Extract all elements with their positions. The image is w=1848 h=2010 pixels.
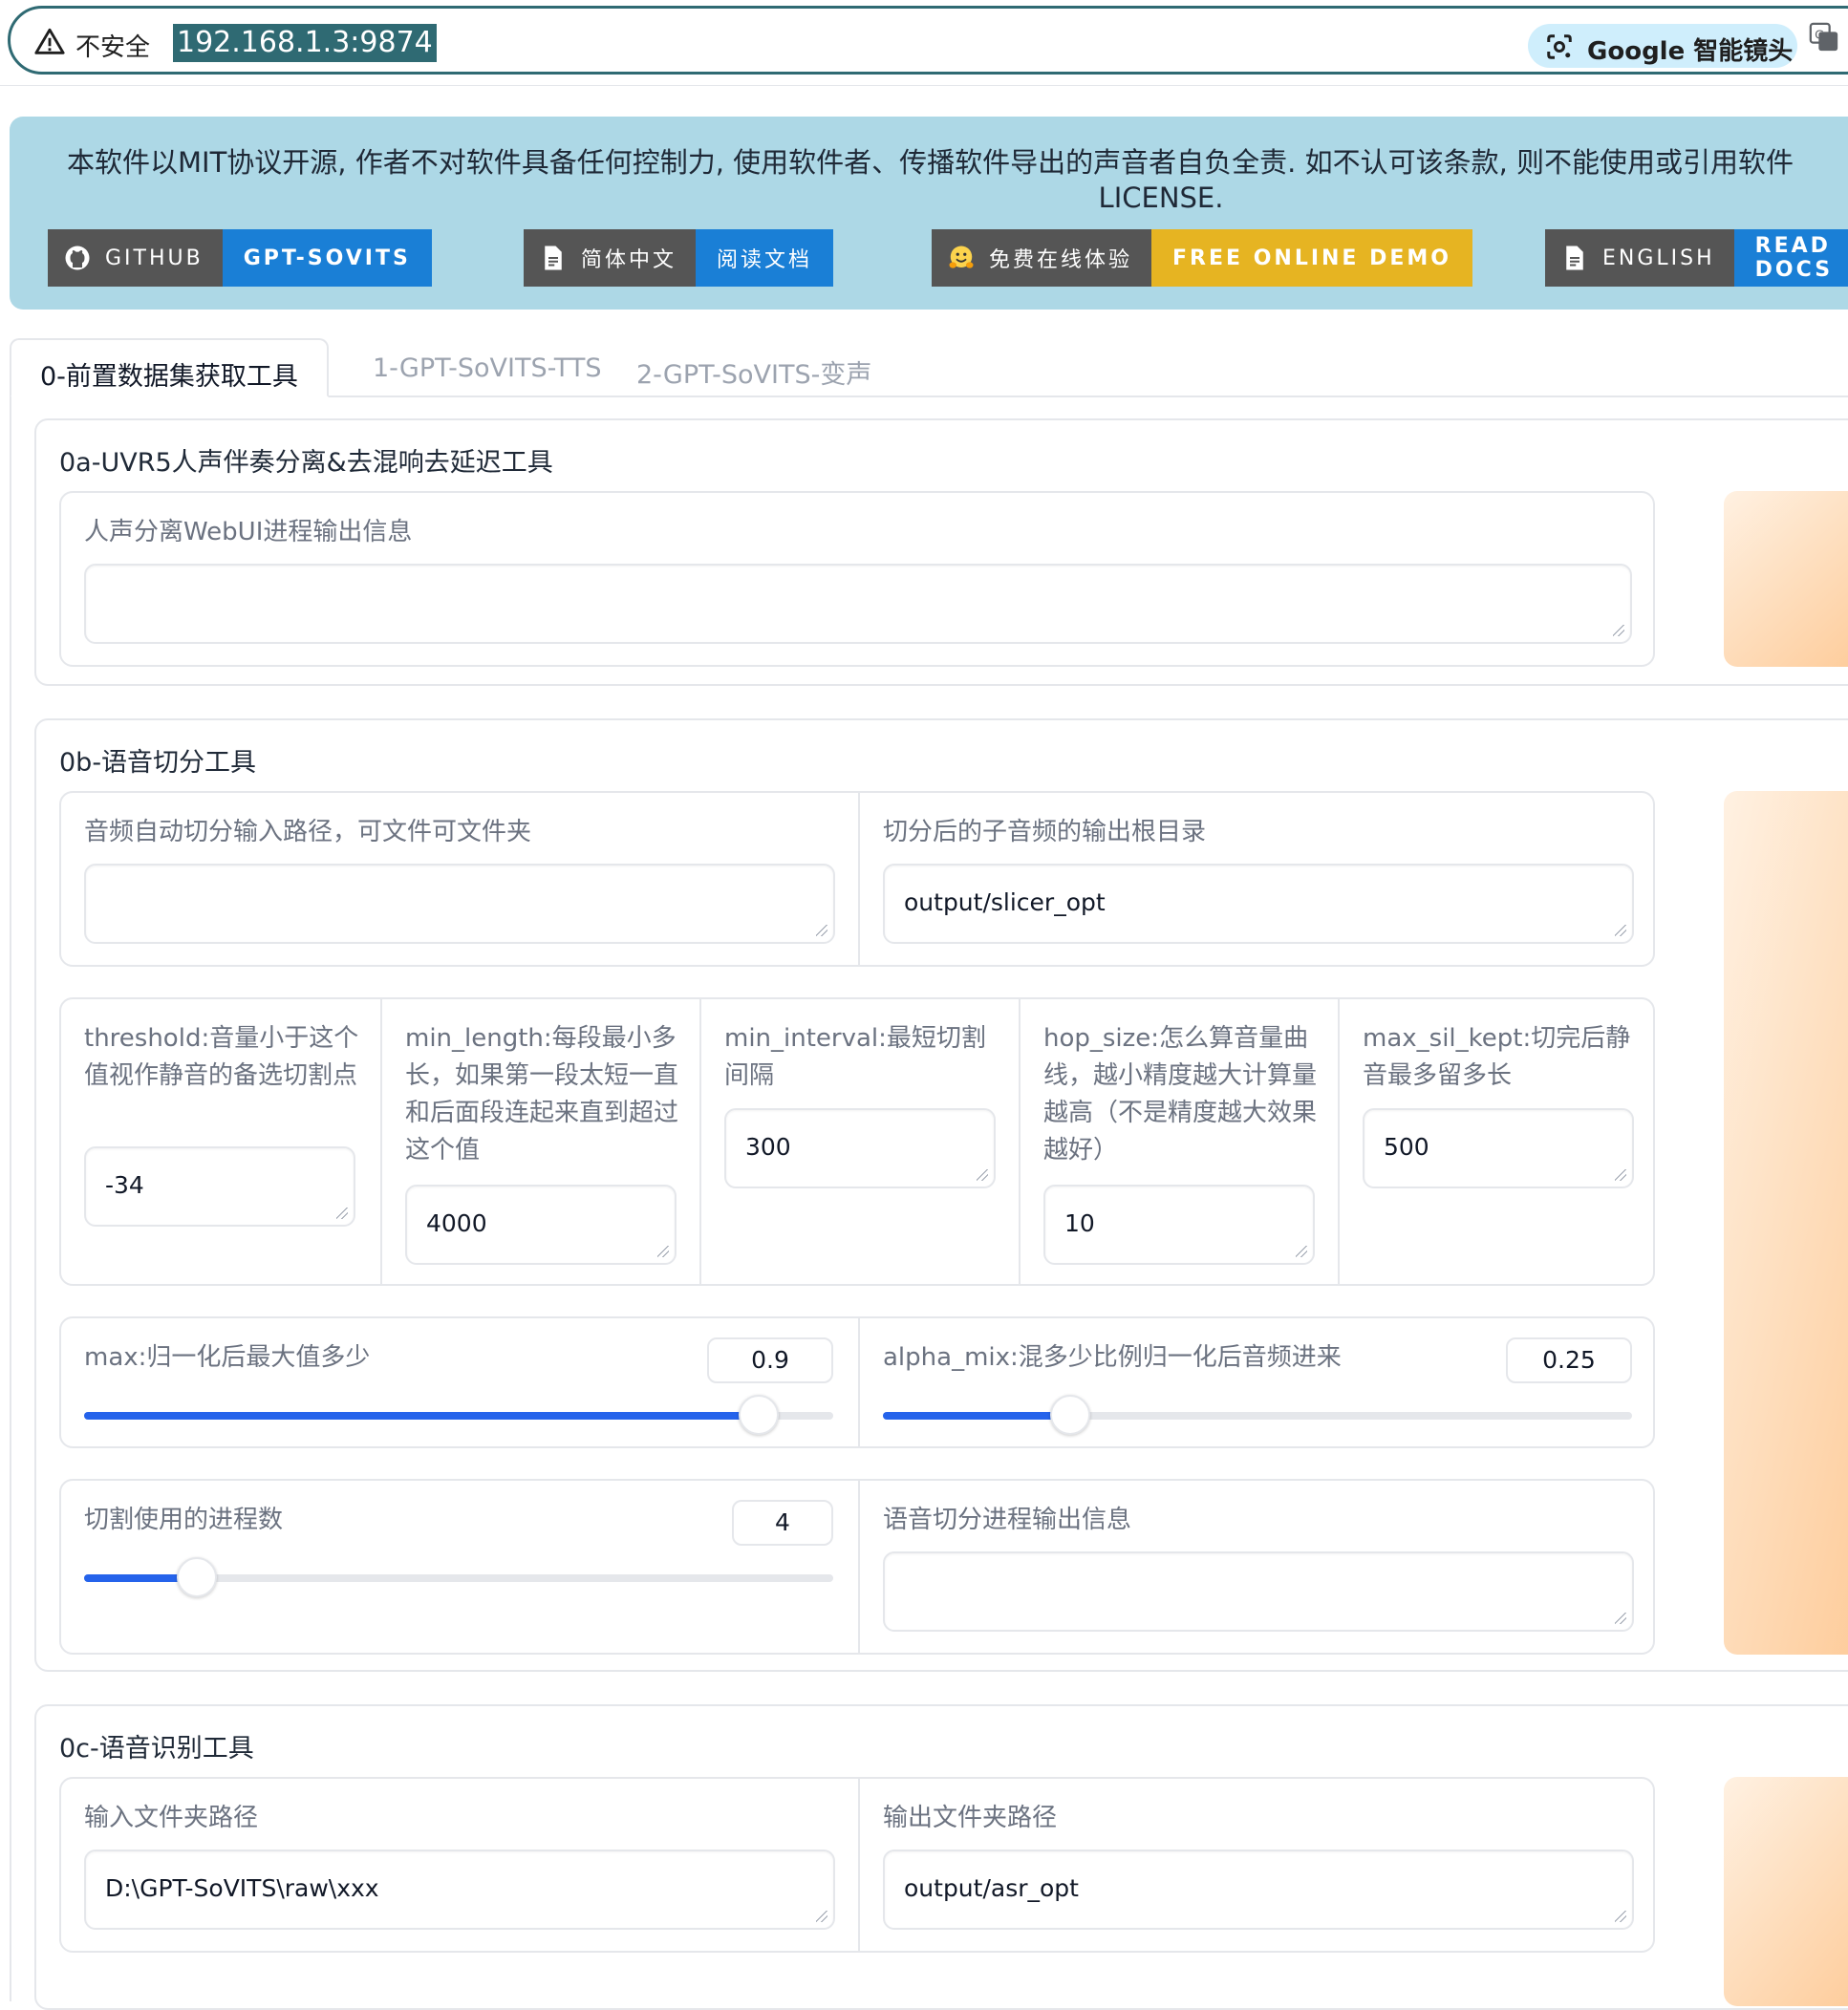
uvr5-output-label: 人声分离WebUI进程输出信息 bbox=[84, 518, 413, 546]
github-badge-left: GITHUB bbox=[105, 246, 204, 270]
max-sil-kept-field[interactable]: 500 bbox=[1363, 1108, 1634, 1188]
asr-title: 0c-语音识别工具 bbox=[59, 1734, 254, 1764]
threshold-field[interactable]: -34 bbox=[84, 1146, 355, 1227]
uvr5-webui-button[interactable] bbox=[1724, 491, 1848, 667]
github-badge[interactable]: GITHUB GPT-SOVITS bbox=[48, 229, 432, 287]
zh-docs-badge-right: 阅读文档 bbox=[696, 229, 834, 287]
address-bar[interactable]: 不安全 192.168.1.3:9874 Google 智能镜头 bbox=[8, 6, 1848, 75]
tab-gpt-sovits-voice-change[interactable]: 2-GPT-SoVITS-变声 bbox=[608, 338, 900, 397]
slicer-procs-block: 切割使用的进程数 4 语音切分进程输出信息 bbox=[59, 1479, 1655, 1655]
uvr5-title: 0a-UVR5人声伴奏分离&去混响去延迟工具 bbox=[59, 448, 553, 478]
alpha-slider-fill bbox=[883, 1412, 1070, 1420]
english-docs-badge-left: ENGLISH bbox=[1602, 246, 1715, 270]
hugging-face-icon bbox=[949, 246, 974, 268]
license-banner: 本软件以MIT协议开源, 作者不对软件具备任何控制力, 使用软件者、传播软件导出… bbox=[10, 117, 1848, 310]
alpha-number-input[interactable]: 0.25 bbox=[1506, 1337, 1632, 1383]
min-length-label: min_length:每段最小多长，如果第一段太短一直和后面段连起来直到超过这个… bbox=[405, 1024, 679, 1165]
slicer-section: 0b-语音切分工具 音频自动切分输入路径，可文件可文件夹 切分后的子音频的输出根… bbox=[34, 718, 1848, 1672]
max-sil-kept-label: max_sil_kept:切完后静音最多留多长 bbox=[1363, 1024, 1631, 1090]
license-text: 本软件以MIT协议开源, 作者不对软件具备任何控制力, 使用软件者、传播软件导出… bbox=[67, 146, 1794, 179]
min-length-cell: min_length:每段最小多长，如果第一段太短一直和后面段连起来直到超过这个… bbox=[380, 999, 699, 1284]
slicer-title: 0b-语音切分工具 bbox=[59, 748, 257, 778]
url-text[interactable]: 192.168.1.3:9874 bbox=[173, 24, 437, 62]
asr-paths-block: 输入文件夹路径 D:\GPT-SoVITS\raw\xxx 输出文件夹路径 ou… bbox=[59, 1777, 1655, 1953]
asr-output-cell: 输出文件夹路径 output/asr_opt bbox=[858, 1779, 1655, 1951]
slicer-paths-block: 音频自动切分输入路径，可文件可文件夹 切分后的子音频的输出根目录 output/… bbox=[59, 791, 1655, 967]
uvr5-section: 0a-UVR5人声伴奏分离&去混响去延迟工具 人声分离WebUI进程输出信息 bbox=[34, 418, 1848, 686]
max-slider-thumb[interactable] bbox=[738, 1395, 779, 1435]
zh-docs-badge[interactable]: 简体中文 阅读文档 bbox=[524, 229, 834, 287]
tab-gpt-sovits-tts[interactable]: 1-GPT-SoVITS-TTS bbox=[344, 338, 631, 397]
procs-cell: 切割使用的进程数 4 bbox=[61, 1481, 858, 1653]
hop-size-field[interactable]: 10 bbox=[1043, 1185, 1315, 1265]
tab-dataset-tools[interactable]: 0-前置数据集获取工具 bbox=[10, 338, 329, 397]
max-sil-kept-cell: max_sil_kept:切完后静音最多留多长 500 bbox=[1338, 999, 1657, 1284]
alpha-slider-cell: alpha_mix:混多少比例归一化后音频进来 0.25 bbox=[858, 1318, 1655, 1446]
slicer-sliders-block: max:归一化后最大值多少 0.9 alpha_mix:混多少比例归一化后音频进… bbox=[59, 1316, 1655, 1448]
min-interval-cell: min_interval:最短切割间隔 300 bbox=[699, 999, 1019, 1284]
document-icon bbox=[1566, 246, 1583, 270]
hop-size-cell: hop_size:怎么算音量曲线，越小精度越大计算量越高（不是精度越大效果越好）… bbox=[1019, 999, 1338, 1284]
license-text-2: LICENSE. bbox=[1098, 182, 1224, 214]
lens-icon bbox=[1547, 34, 1572, 59]
alpha-slider[interactable] bbox=[883, 1395, 1632, 1435]
slicer-input-label: 音频自动切分输入路径，可文件可文件夹 bbox=[84, 818, 532, 846]
slicer-input-cell: 音频自动切分输入路径，可文件可文件夹 bbox=[61, 793, 858, 965]
browser-toolbar: 不安全 192.168.1.3:9874 Google 智能镜头 G bbox=[0, 0, 1848, 86]
translate-icon[interactable]: G bbox=[1808, 21, 1840, 53]
max-label: max:归一化后最大值多少 bbox=[84, 1343, 371, 1372]
slicer-output-cell: 切分后的子音频的输出根目录 output/slicer_opt bbox=[858, 793, 1655, 965]
tab-bar: 0-前置数据集获取工具 1-GPT-SoVITS-TTS 2-GPT-SoVIT… bbox=[10, 338, 1848, 397]
slicer-log-field[interactable] bbox=[883, 1551, 1634, 1632]
min-interval-field[interactable]: 300 bbox=[724, 1108, 996, 1188]
svg-text:G: G bbox=[1815, 28, 1824, 42]
slicer-log-label: 语音切分进程输出信息 bbox=[883, 1506, 1132, 1534]
asr-input-label: 输入文件夹路径 bbox=[84, 1804, 259, 1832]
procs-slider[interactable] bbox=[84, 1557, 833, 1597]
uvr5-output-field[interactable] bbox=[84, 564, 1632, 644]
max-slider-fill bbox=[84, 1412, 759, 1420]
min-length-field[interactable]: 4000 bbox=[405, 1185, 677, 1265]
asr-input-cell: 输入文件夹路径 D:\GPT-SoVITS\raw\xxx bbox=[61, 1779, 858, 1951]
alpha-label: alpha_mix:混多少比例归一化后音频进来 bbox=[883, 1343, 1342, 1372]
zh-docs-badge-left: 简体中文 bbox=[581, 248, 677, 272]
slicer-output-label: 切分后的子音频的输出根目录 bbox=[883, 818, 1207, 846]
slicer-output-field[interactable]: output/slicer_opt bbox=[883, 864, 1634, 944]
document-icon bbox=[545, 246, 562, 270]
slicer-log-cell: 语音切分进程输出信息 bbox=[858, 1481, 1655, 1653]
google-lens-button[interactable]: Google 智能镜头 bbox=[1528, 24, 1797, 68]
insecure-label[interactable]: 不安全 bbox=[75, 28, 150, 63]
min-interval-label: min_interval:最短切割间隔 bbox=[724, 1024, 986, 1090]
slicer-start-button[interactable] bbox=[1724, 791, 1848, 1655]
github-badge-right: GPT-SOVITS bbox=[222, 229, 432, 287]
english-docs-badge-right: READ DOCS bbox=[1733, 229, 1848, 287]
online-demo-badge-right: FREE ONLINE DEMO bbox=[1151, 229, 1473, 287]
alpha-slider-thumb[interactable] bbox=[1050, 1395, 1090, 1435]
warning-icon[interactable] bbox=[33, 26, 66, 58]
max-slider-cell: max:归一化后最大值多少 0.9 bbox=[61, 1318, 858, 1446]
uvr5-output-block: 人声分离WebUI进程输出信息 bbox=[59, 491, 1655, 667]
online-demo-badge-left: 免费在线体验 bbox=[989, 248, 1133, 272]
asr-output-field[interactable]: output/asr_opt bbox=[883, 1850, 1634, 1930]
slicer-input-field[interactable] bbox=[84, 864, 835, 944]
english-docs-badge[interactable]: ENGLISH READ DOCS bbox=[1545, 229, 1848, 287]
procs-number-input[interactable]: 4 bbox=[732, 1500, 833, 1546]
hop-size-label: hop_size:怎么算音量曲线，越小精度越大计算量越高（不是精度越大效果越好） bbox=[1043, 1024, 1318, 1165]
asr-input-field[interactable]: D:\GPT-SoVITS\raw\xxx bbox=[84, 1850, 835, 1930]
procs-label: 切割使用的进程数 bbox=[84, 1506, 284, 1534]
asr-section: 0c-语音识别工具 输入文件夹路径 D:\GPT-SoVITS\raw\xxx … bbox=[34, 1704, 1848, 2010]
slicer-params-block: threshold:音量小于这个值视作静音的备选切割点 -34 min_leng… bbox=[59, 997, 1655, 1286]
procs-slider-thumb[interactable] bbox=[176, 1557, 217, 1597]
max-slider[interactable] bbox=[84, 1395, 833, 1435]
lens-label: Google 智能镜头 bbox=[1587, 37, 1794, 66]
asr-output-label: 输出文件夹路径 bbox=[883, 1804, 1058, 1832]
github-icon bbox=[65, 246, 90, 270]
max-number-input[interactable]: 0.9 bbox=[707, 1337, 833, 1383]
threshold-label: threshold:音量小于这个值视作静音的备选切割点 bbox=[84, 1024, 359, 1090]
threshold-cell: threshold:音量小于这个值视作静音的备选切割点 -34 bbox=[61, 999, 380, 1284]
online-demo-badge[interactable]: 免费在线体验 FREE ONLINE DEMO bbox=[932, 229, 1473, 287]
asr-start-button[interactable] bbox=[1724, 1777, 1848, 2006]
